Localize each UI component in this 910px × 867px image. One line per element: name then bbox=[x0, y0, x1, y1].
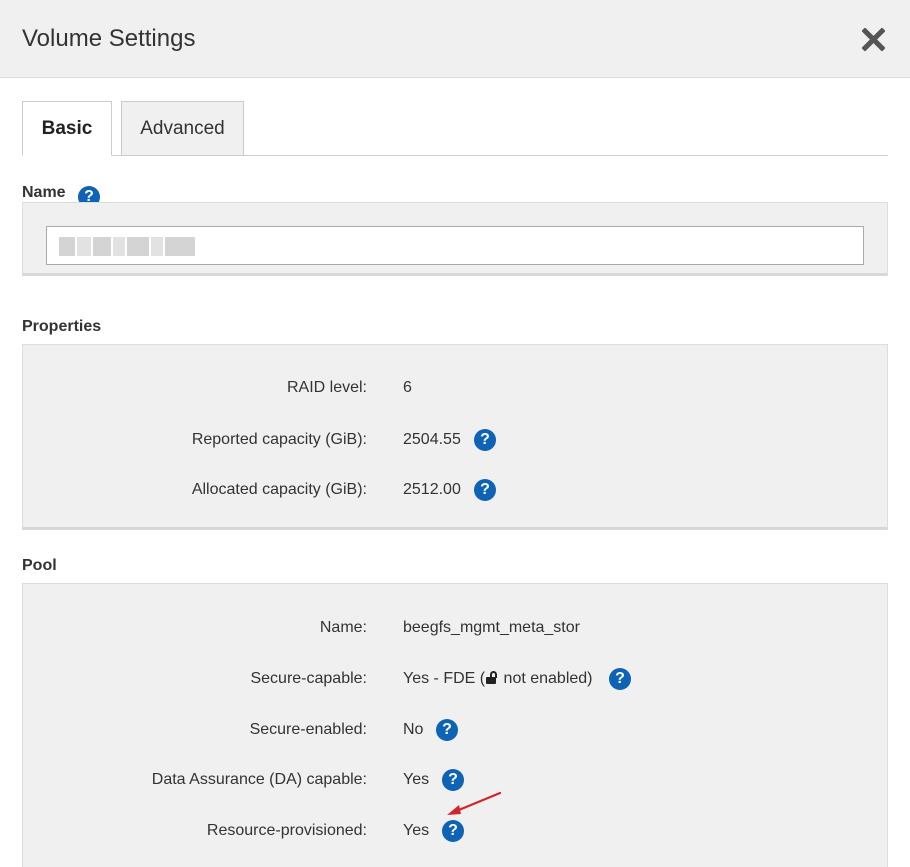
raid-level-value: 6 bbox=[403, 379, 412, 396]
secure-enabled-value: No bbox=[403, 721, 424, 738]
secure-enabled-label: Secure-enabled: bbox=[249, 721, 367, 738]
raid-level-label: RAID level: bbox=[286, 379, 367, 396]
volume-name-input[interactable] bbox=[46, 226, 864, 265]
pool-row-da-capable: Data Assurance (DA) capable: Yes ? bbox=[23, 768, 889, 792]
redacted-text bbox=[127, 237, 149, 256]
dialog-header: Volume Settings bbox=[0, 0, 910, 78]
tab-basic[interactable]: Basic bbox=[22, 101, 112, 156]
secure-capable-value: Yes - FDE ( not enabled) bbox=[403, 670, 593, 688]
reported-capacity-value: 2504.55 bbox=[403, 431, 461, 448]
tab-bar: Basic Advanced bbox=[22, 101, 888, 156]
allocated-capacity-label: Allocated capacity (GiB): bbox=[191, 481, 367, 498]
secure-capable-label: Secure-capable: bbox=[250, 670, 367, 687]
redacted-text bbox=[77, 237, 91, 256]
dialog-title: Volume Settings bbox=[22, 25, 196, 52]
redacted-text bbox=[93, 237, 111, 256]
resource-provisioned-value: Yes bbox=[403, 822, 430, 839]
da-capable-label: Data Assurance (DA) capable: bbox=[151, 771, 367, 788]
redacted-text bbox=[151, 237, 163, 256]
properties-label: Properties bbox=[22, 318, 102, 335]
reported-capacity-label: Reported capacity (GiB): bbox=[191, 431, 367, 448]
redacted-text bbox=[165, 237, 195, 256]
property-row-reported-capacity: Reported capacity (GiB): 2504.55 ? bbox=[23, 428, 889, 452]
pool-row-secure-capable: Secure-capable: Yes - FDE ( not enabled)… bbox=[23, 667, 889, 691]
property-row-allocated-capacity: Allocated capacity (GiB): 2512.00 ? bbox=[23, 478, 889, 502]
help-icon[interactable]: ? bbox=[609, 668, 631, 690]
name-label: Name bbox=[22, 184, 66, 201]
redacted-text bbox=[113, 237, 125, 256]
pool-name-value: beegfs_mgmt_meta_stor bbox=[403, 619, 580, 636]
pool-row-name: Name: beegfs_mgmt_meta_stor bbox=[23, 616, 889, 640]
pool-panel: Name: beegfs_mgmt_meta_stor Secure-capab… bbox=[22, 583, 888, 867]
properties-panel: RAID level: 6 Reported capacity (GiB): 2… bbox=[22, 344, 888, 530]
pool-row-secure-enabled: Secure-enabled: No ? bbox=[23, 718, 889, 742]
help-icon[interactable]: ? bbox=[442, 769, 464, 791]
resource-provisioned-label: Resource-provisioned: bbox=[206, 822, 367, 839]
help-icon[interactable]: ? bbox=[474, 429, 496, 451]
redacted-text bbox=[59, 237, 75, 256]
pool-row-resource-provisioned: Resource-provisioned: Yes ? bbox=[23, 819, 889, 843]
secure-capable-value-suffix: not enabled) bbox=[499, 670, 593, 687]
help-icon[interactable]: ? bbox=[436, 719, 458, 741]
help-icon[interactable]: ? bbox=[474, 479, 496, 501]
close-icon[interactable] bbox=[860, 26, 887, 53]
pool-name-label: Name: bbox=[319, 619, 367, 636]
help-icon[interactable]: ? bbox=[442, 820, 464, 842]
unlocked-icon bbox=[486, 671, 498, 684]
pool-label: Pool bbox=[22, 557, 57, 574]
da-capable-value: Yes bbox=[403, 771, 430, 788]
annotation-arrow-icon bbox=[447, 791, 502, 815]
tab-advanced[interactable]: Advanced bbox=[121, 101, 244, 156]
property-row-raid-level: RAID level: 6 bbox=[23, 376, 889, 400]
allocated-capacity-value: 2512.00 bbox=[403, 481, 461, 498]
secure-capable-value-prefix: Yes - FDE ( bbox=[403, 670, 486, 687]
name-panel bbox=[22, 202, 888, 276]
